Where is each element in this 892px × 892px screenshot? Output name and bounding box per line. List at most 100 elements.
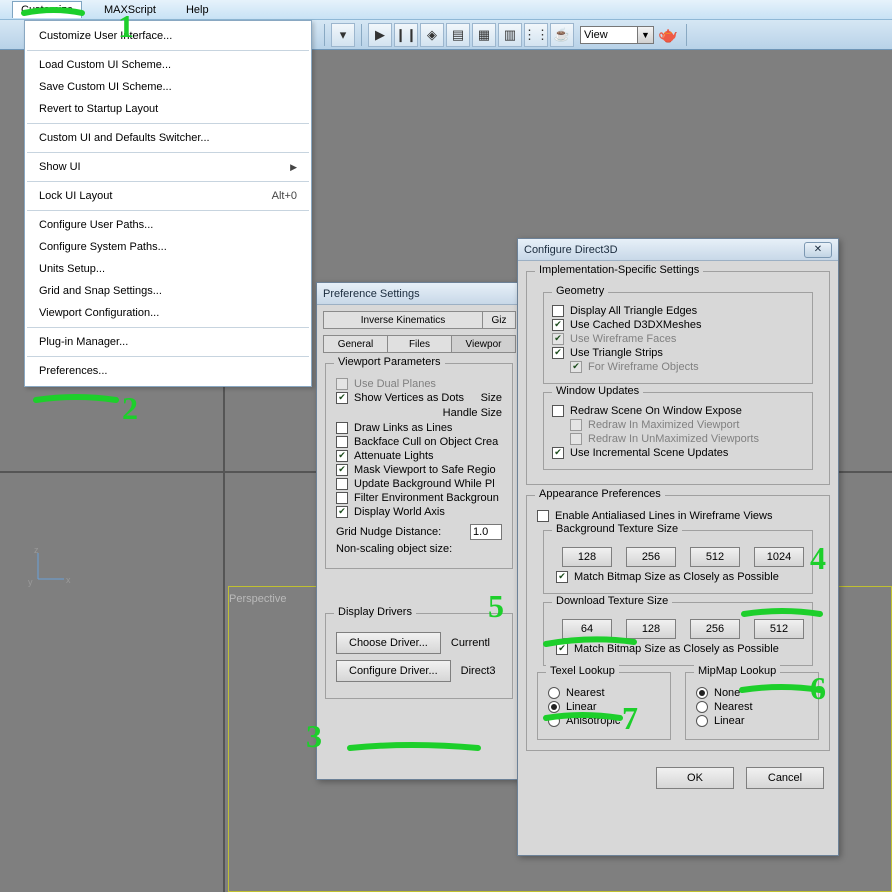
dd-sys-paths[interactable]: Configure System Paths... (25, 236, 311, 258)
dd-save-scheme[interactable]: Save Custom UI Scheme... (25, 76, 311, 98)
label: Nearest (714, 701, 753, 713)
drop-icon[interactable]: ▾ (331, 23, 355, 47)
chk-draw-links[interactable] (336, 422, 348, 434)
group-title: Implementation-Specific Settings (535, 264, 703, 276)
play-icon[interactable]: ▶ (368, 23, 392, 47)
grid-icon[interactable]: ▦ (472, 23, 496, 47)
radio-mip-nearest[interactable] (696, 701, 708, 713)
menubar: Customize MAXScript Help (0, 0, 892, 20)
chk-incremental[interactable] (552, 447, 564, 459)
dots-icon[interactable]: ⋮⋮ (524, 23, 548, 47)
display-drivers-group: Display Drivers Choose Driver... Current… (325, 613, 513, 699)
group-title: MipMap Lookup (694, 665, 780, 677)
label: Filter Environment Backgroun (354, 492, 499, 504)
label: Redraw In Maximized Viewport (588, 419, 739, 431)
chk-match-bitmap-bg[interactable] (556, 571, 568, 583)
menu-customize[interactable]: Customize (12, 1, 82, 18)
bg-size-1024[interactable]: 1024 (754, 547, 804, 567)
bg-size-128[interactable]: 128 (562, 547, 612, 567)
radio-texel-aniso[interactable] (548, 715, 560, 727)
grid-nudge-input[interactable] (470, 524, 502, 540)
layers-icon[interactable]: ▤ (446, 23, 470, 47)
chk-update-bg[interactable] (336, 478, 348, 490)
group-title: Texel Lookup (546, 665, 619, 677)
radio-mip-none[interactable] (696, 687, 708, 699)
mipmap-lookup-group: MipMap Lookup None Nearest Linear (685, 672, 819, 740)
chk-wireframe-faces (552, 333, 564, 345)
tabs-row-2: General Files Viewpor (323, 335, 515, 353)
chk-attenuate[interactable] (336, 450, 348, 462)
dd-grid-snap[interactable]: Grid and Snap Settings... (25, 280, 311, 302)
label: Use Wireframe Faces (570, 333, 676, 345)
chk-redraw-expose[interactable] (552, 405, 564, 417)
chk-filter-env[interactable] (336, 492, 348, 504)
svg-text:y: y (28, 577, 33, 587)
dd-preferences[interactable]: Preferences... (25, 360, 311, 382)
chk-mask-safe[interactable] (336, 464, 348, 476)
dd-units-setup[interactable]: Units Setup... (25, 258, 311, 280)
label: Show Vertices as Dots (354, 392, 464, 404)
teapot-icon[interactable]: 🫖 (656, 23, 680, 47)
chk-backface[interactable] (336, 436, 348, 448)
dl-size-512[interactable]: 512 (754, 619, 804, 639)
label: Redraw Scene On Window Expose (570, 405, 742, 417)
chk-tri-edges[interactable] (552, 305, 564, 317)
label-direct3d: Direct3 (461, 665, 496, 677)
label: Nearest (566, 687, 605, 699)
dd-viewport-config[interactable]: Viewport Configuration... (25, 302, 311, 324)
label: Update Background While Pl (354, 478, 495, 490)
dd-load-scheme[interactable]: Load Custom UI Scheme... (25, 54, 311, 76)
label: Linear (714, 715, 745, 727)
bg-size-512[interactable]: 512 (690, 547, 740, 567)
cancel-button[interactable]: Cancel (746, 767, 824, 789)
bg-size-256[interactable]: 256 (626, 547, 676, 567)
dd-user-paths[interactable]: Configure User Paths... (25, 214, 311, 236)
chk-display-world-axis[interactable] (336, 506, 348, 518)
chk-dual-planes (336, 378, 348, 390)
choose-driver-button[interactable]: Choose Driver... (336, 632, 441, 654)
dl-texture-size-group: Download Texture Size 64 128 256 512 Mat… (543, 602, 813, 666)
tab-ik[interactable]: Inverse Kinematics (323, 311, 483, 329)
dd-show-ui[interactable]: Show UI▶ (25, 156, 311, 178)
cup-icon[interactable]: ☕ (550, 23, 574, 47)
separator (27, 327, 309, 328)
group-title: Background Texture Size (552, 523, 682, 535)
menu-maxscript[interactable]: MAXScript (96, 2, 164, 18)
viewport-params-group: Viewport Parameters Use Dual Planes Show… (325, 363, 513, 569)
radio-texel-linear[interactable] (548, 701, 560, 713)
chk-cached-meshes[interactable] (552, 319, 564, 331)
dl-size-64[interactable]: 64 (562, 619, 612, 639)
label: Redraw In UnMaximized Viewports (588, 433, 759, 445)
close-button[interactable]: ✕ (804, 242, 832, 258)
chk-match-bitmap-dl[interactable] (556, 643, 568, 655)
chevron-down-icon[interactable]: ▼ (638, 26, 654, 44)
ok-button[interactable]: OK (656, 767, 734, 789)
label: Anisotropic (566, 715, 620, 727)
configure-driver-button[interactable]: Configure Driver... (336, 660, 451, 682)
tab-gizmos[interactable]: Giz (482, 311, 516, 329)
chk-show-dots[interactable] (336, 392, 348, 404)
chk-tri-strips[interactable] (552, 347, 564, 359)
radio-mip-linear[interactable] (696, 715, 708, 727)
dd-lock-ui[interactable]: Lock UI LayoutAlt+0 (25, 185, 311, 207)
label: Display World Axis (354, 506, 445, 518)
chk-antialiased[interactable] (537, 510, 549, 522)
dl-size-256[interactable]: 256 (690, 619, 740, 639)
key-icon[interactable]: ❙❙ (394, 23, 418, 47)
preference-settings-dialog: Preference Settings Inverse Kinematics G… (316, 282, 522, 780)
dl-size-128[interactable]: 128 (626, 619, 676, 639)
dd-revert[interactable]: Revert to Startup Layout (25, 98, 311, 120)
diamond-icon[interactable]: ◈ (420, 23, 444, 47)
tab-viewports[interactable]: Viewpor (451, 335, 516, 353)
dd-defaults-switcher[interactable]: Custom UI and Defaults Switcher... (25, 127, 311, 149)
tab-files[interactable]: Files (387, 335, 452, 353)
tab-general[interactable]: General (323, 335, 388, 353)
label-grid-nudge: Grid Nudge Distance: (336, 526, 441, 538)
menu-help[interactable]: Help (178, 2, 217, 18)
radio-texel-nearest[interactable] (548, 687, 560, 699)
dd-customize-ui[interactable]: Customize User Interface... (25, 25, 311, 47)
dd-plugin-mgr[interactable]: Plug-in Manager... (25, 331, 311, 353)
view-select[interactable] (580, 26, 638, 44)
label-currently: Currentl (451, 637, 490, 649)
table-icon[interactable]: ▥ (498, 23, 522, 47)
